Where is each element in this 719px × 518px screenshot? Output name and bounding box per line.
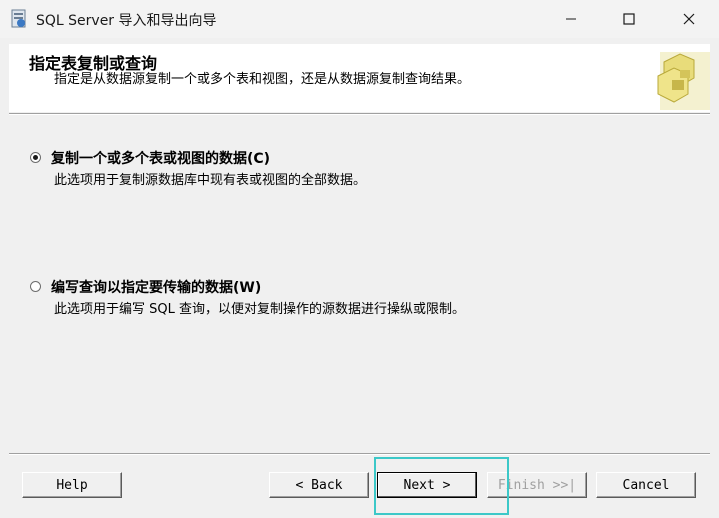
page-description: 指定是从数据源复制一个或多个表和视图，还是从数据源复制查询结果。	[54, 72, 471, 87]
back-button[interactable]: < Back	[269, 472, 369, 498]
finish-button: Finish >>|	[487, 472, 587, 498]
close-button[interactable]	[658, 0, 719, 38]
maximize-button[interactable]	[600, 0, 658, 38]
wizard-window: SQL Server 导入和导出向导 指定表复制或查询 指定是从数据源复制一个或…	[0, 0, 719, 518]
cancel-button[interactable]: Cancel	[596, 472, 696, 498]
write-query-radio[interactable]	[30, 281, 41, 292]
next-button[interactable]: Next >	[377, 472, 477, 498]
footer-divider	[9, 453, 710, 455]
copy-tables-label[interactable]: 复制一个或多个表或视图的数据(C)	[51, 148, 270, 168]
maximize-icon	[623, 13, 635, 25]
window-title: SQL Server 导入和导出向导	[36, 13, 217, 29]
radio-selected-dot	[33, 155, 38, 160]
app-icon	[11, 9, 26, 28]
minimize-button[interactable]	[542, 0, 600, 38]
copy-tables-description: 此选项用于复制源数据库中现有表或视图的全部数据。	[54, 173, 367, 188]
wizard-banner-icon	[657, 52, 710, 110]
wizard-header: 指定表复制或查询 指定是从数据源复制一个或多个表和视图，还是从数据源复制查询结果…	[9, 44, 710, 112]
help-button[interactable]: Help	[22, 472, 122, 498]
header-divider	[9, 113, 710, 115]
write-query-description: 此选项用于编写 SQL 查询，以便对复制操作的源数据进行操纵或限制。	[54, 302, 465, 317]
write-query-label[interactable]: 编写查询以指定要传输的数据(W)	[51, 277, 261, 297]
copy-tables-radio[interactable]	[30, 152, 41, 163]
title-bar[interactable]: SQL Server 导入和导出向导	[0, 0, 719, 38]
close-icon	[683, 13, 694, 25]
minimize-icon	[566, 18, 576, 20]
